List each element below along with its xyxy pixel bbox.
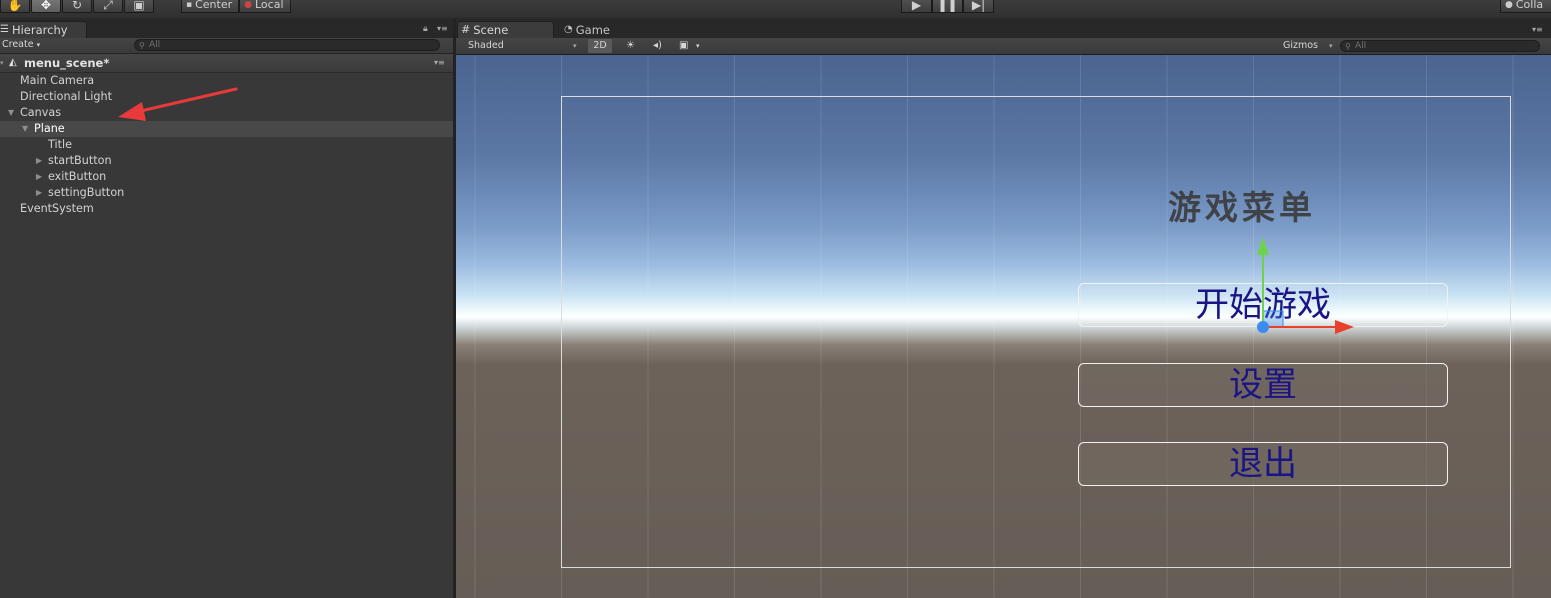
- collab-button[interactable]: ● Colla: [1500, 0, 1551, 13]
- move-gizmo[interactable]: [456, 55, 1551, 598]
- pause-button[interactable]: ❚❚: [932, 0, 963, 13]
- gizmos-dropdown[interactable]: Gizmos: [1283, 38, 1318, 54]
- play-button[interactable]: ▶: [901, 0, 932, 13]
- chevron-down-icon: ▾: [696, 42, 700, 50]
- scene-menu-icon[interactable]: ▾≡: [434, 54, 445, 72]
- hierarchy-item-title[interactable]: Title: [0, 137, 453, 153]
- panel-menu-icon[interactable]: ▾≡: [437, 24, 448, 33]
- search-placeholder: All: [1355, 41, 1367, 51]
- scene-panel: # Scene ◔ Game ▾≡ Shaded ▾ 2D ☀ ◂) ▣ ▾ G…: [456, 18, 1551, 598]
- chevron-down-icon: ▾: [1329, 42, 1333, 50]
- gizmo-x-arrow-icon[interactable]: [1335, 320, 1354, 334]
- gizmo-center-handle[interactable]: [1257, 321, 1269, 333]
- search-icon: ⚲: [1345, 42, 1351, 51]
- lighting-icon[interactable]: ☀: [626, 38, 635, 54]
- game-tab-label: Game: [575, 23, 610, 37]
- item-label: exitButton: [48, 170, 107, 183]
- hierarchy-item-event-system[interactable]: EventSystem: [0, 201, 453, 217]
- step-button[interactable]: ▶|: [963, 0, 994, 13]
- panel-menu-icon[interactable]: ▾≡: [1532, 25, 1543, 34]
- audio-icon[interactable]: ◂): [653, 38, 662, 54]
- scene-toolbar: Shaded ▾ 2D ☀ ◂) ▣ ▾ Gizmos ▾ ⚲ All: [456, 38, 1551, 55]
- scene-tab-label: Scene: [473, 23, 509, 37]
- hierarchy-item-start-button[interactable]: ▶ startButton: [0, 153, 453, 169]
- item-label: startButton: [48, 154, 112, 167]
- playback-controls: ▶ ❚❚ ▶|: [901, 0, 994, 13]
- scene-search-input[interactable]: ⚲ All: [1340, 40, 1540, 52]
- item-label: settingButton: [48, 186, 125, 199]
- item-label: EventSystem: [20, 202, 94, 215]
- annotation-arrow: [118, 87, 238, 121]
- collapsed-triangle-icon[interactable]: ▶: [36, 153, 42, 169]
- collab-label: Colla: [1515, 0, 1544, 11]
- lock-icon[interactable]: 🔒︎: [423, 24, 428, 34]
- shading-mode-dropdown[interactable]: Shaded: [468, 38, 504, 54]
- scene-tabbar: # Scene ◔ Game ▾≡: [456, 18, 1551, 38]
- collapsed-triangle-icon[interactable]: ▶: [36, 169, 42, 185]
- collapsed-triangle-icon[interactable]: ▶: [36, 185, 42, 201]
- pacman-icon: ◔: [564, 24, 573, 35]
- gizmo-y-arrow-icon[interactable]: [1257, 237, 1269, 255]
- hierarchy-item-setting-button[interactable]: ▶ settingButton: [0, 185, 453, 201]
- scene-viewport[interactable]: 游戏菜单 开始游戏 设置 退出: [456, 55, 1551, 598]
- cloud-icon: ●: [1505, 0, 1513, 10]
- effects-icon[interactable]: ▣: [679, 38, 688, 54]
- toggle-2d-button[interactable]: 2D: [588, 39, 612, 53]
- item-label: Title: [48, 138, 72, 151]
- tab-game[interactable]: ◔ Game: [560, 21, 646, 38]
- chevron-down-icon: ▾: [573, 42, 577, 50]
- hierarchy-item-exit-button[interactable]: ▶ exitButton: [0, 169, 453, 185]
- tab-scene[interactable]: # Scene: [457, 21, 554, 38]
- grid-icon: #: [461, 23, 471, 36]
